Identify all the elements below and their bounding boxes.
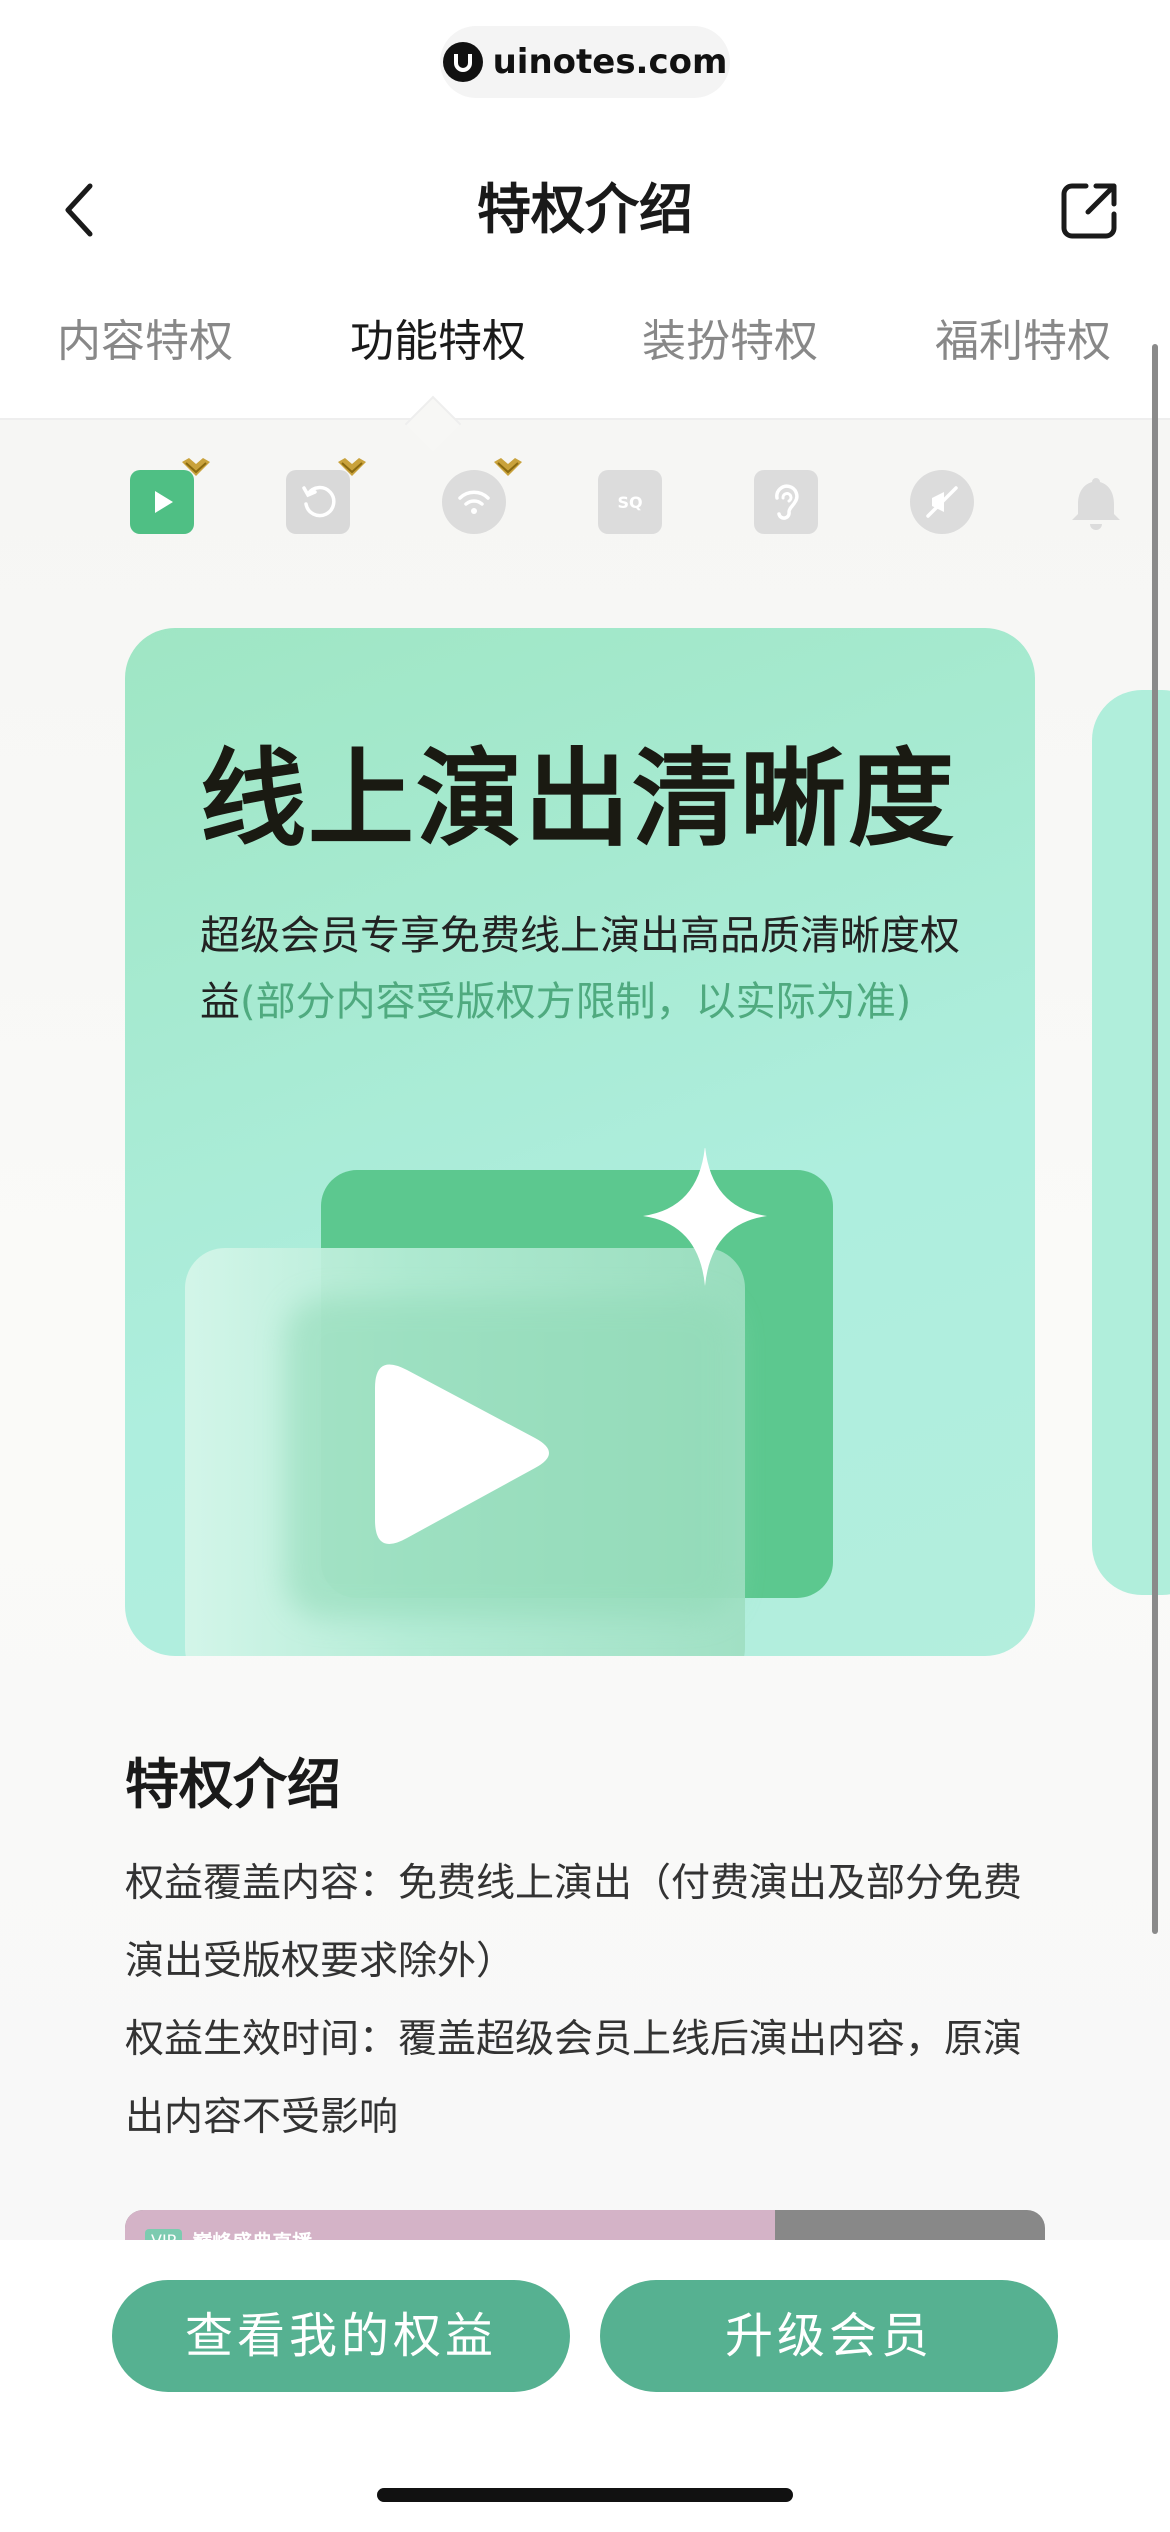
watermark: uinotes.com bbox=[440, 26, 730, 98]
online-show-icon[interactable] bbox=[130, 458, 210, 534]
crown-icon bbox=[182, 458, 210, 476]
video-illustration-icon bbox=[185, 1148, 833, 1656]
share-button[interactable] bbox=[1050, 170, 1130, 250]
uinotes-logo-icon bbox=[442, 42, 483, 82]
replay-icon[interactable] bbox=[286, 458, 366, 534]
card-title: 线上演出清晰度 bbox=[200, 738, 956, 861]
no-ads-icon[interactable] bbox=[910, 470, 974, 534]
tab-dress-privilege[interactable]: 装扮特权 bbox=[610, 305, 850, 369]
upgrade-member-button[interactable]: 升级会员 bbox=[600, 2280, 1058, 2392]
navbar: 特权介绍 bbox=[0, 150, 1170, 270]
benefit-coverage-text: 权益覆盖内容：免费线上演出（付费演出及部分免费演出受版权要求除外） bbox=[125, 1861, 1023, 1984]
scrollbar[interactable] bbox=[1152, 344, 1158, 1934]
privilege-card[interactable]: 线上演出清晰度 超级会员专享免费线上演出高品质清晰度权益(部分内容受版权方限制，… bbox=[125, 628, 1035, 1656]
privilege-icon-row: SQ bbox=[0, 455, 1170, 555]
watermark-text: uinotes.com bbox=[492, 42, 728, 82]
page-title: 特权介绍 bbox=[477, 178, 693, 241]
sq-quality-icon[interactable]: SQ bbox=[598, 470, 662, 534]
tab-welfare-privilege[interactable]: 福利特权 bbox=[903, 305, 1143, 369]
ear-icon[interactable] bbox=[754, 470, 818, 534]
section-title: 特权介绍 bbox=[125, 1753, 341, 1816]
share-external-icon bbox=[1061, 183, 1117, 239]
privilege-tabs: 内容特权 功能特权 装扮特权 福利特权 bbox=[0, 290, 1170, 420]
section-body: 权益覆盖内容：免费线上演出（付费演出及部分免费演出受版权要求除外） 权益生效时间… bbox=[125, 1845, 1055, 2157]
crown-icon bbox=[494, 458, 522, 476]
crown-icon bbox=[338, 458, 366, 476]
card-description-note: (部分内容受版权方限制，以实际为准) bbox=[240, 979, 912, 1025]
tab-content-privilege[interactable]: 内容特权 bbox=[25, 305, 265, 369]
next-privilege-card[interactable] bbox=[1092, 690, 1170, 1595]
tab-function-privilege[interactable]: 功能特权 bbox=[318, 305, 558, 369]
home-indicator[interactable] bbox=[377, 2488, 793, 2502]
wifi-icon[interactable] bbox=[442, 458, 522, 534]
card-description: 超级会员专享免费线上演出高品质清晰度权益(部分内容受版权方限制，以实际为准) bbox=[200, 903, 980, 1035]
benefit-effective-time-text: 权益生效时间：覆盖超级会员上线后演出内容，原演出内容不受影响 bbox=[125, 2017, 1023, 2140]
bell-icon[interactable] bbox=[1064, 470, 1128, 534]
view-my-benefits-button[interactable]: 查看我的权益 bbox=[112, 2280, 570, 2392]
svg-text:SQ: SQ bbox=[617, 493, 642, 512]
